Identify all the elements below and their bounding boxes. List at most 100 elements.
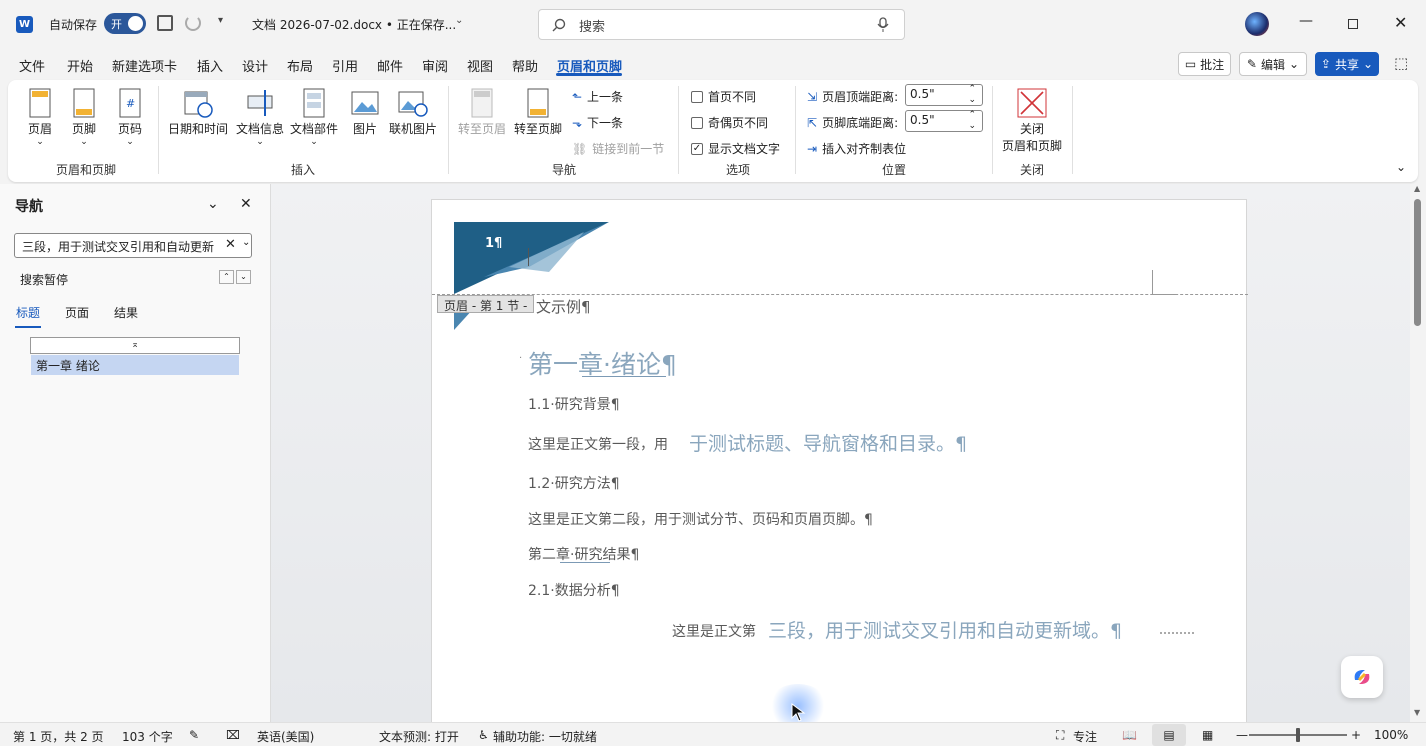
autosave-toggle[interactable]: 开 — [104, 13, 146, 34]
save-icon[interactable] — [157, 15, 173, 31]
tab-home[interactable]: 开始 — [67, 56, 93, 75]
different-odd-even-checkbox[interactable]: 奇偶页不同 — [691, 114, 768, 131]
online-picture-icon — [398, 91, 428, 117]
title-dropdown-icon[interactable]: ⌄ — [455, 15, 463, 26]
page-count[interactable]: 第 1 页，共 2 页 — [13, 728, 104, 745]
datetime-button[interactable]: 日期和时间 — [168, 88, 228, 137]
docinfo-button[interactable]: 文档信息 ⌄ — [236, 88, 284, 147]
search-dropdown-icon[interactable]: ⌄ — [242, 237, 250, 248]
link-previous-button[interactable]: ⛓ 链接到前一节 — [572, 140, 664, 157]
comments-button[interactable]: ▭ 批注 — [1178, 52, 1231, 76]
word-count[interactable]: 103 个字 — [122, 728, 173, 745]
language[interactable]: 英语(美国) — [257, 728, 314, 745]
copilot-pane-icon[interactable]: ⬚ — [1394, 54, 1408, 72]
show-document-text-checkbox[interactable]: ✓ 显示文档文字 — [691, 140, 780, 157]
calendar-clock-icon — [184, 91, 213, 118]
proofing-icon[interactable]: ✎ — [189, 728, 199, 742]
scroll-up-icon[interactable]: ▲ — [1414, 184, 1420, 193]
focus-icon: ⛶ — [1056, 728, 1065, 742]
tab-new[interactable]: 新建选项卡 — [112, 56, 177, 75]
tab-layout[interactable]: 布局 — [287, 56, 313, 75]
paragraph-3-start: 这里是正文第 — [672, 624, 756, 640]
print-layout-icon[interactable]: ▤ — [1152, 724, 1186, 746]
title-bar: W 自动保存 开 ▾ 文档 2026-07-02.docx • 正在保存... … — [0, 0, 1426, 48]
tab-references[interactable]: 引用 — [332, 56, 358, 75]
text-prediction[interactable]: 文本预测: 打开 — [379, 728, 459, 745]
tab-review[interactable]: 审阅 — [422, 56, 448, 75]
nav-search-field[interactable]: 三段，用于测试交叉引用和自动更新 ✕ ⌄ — [14, 233, 252, 258]
footer-button[interactable]: 页脚 ⌄ — [72, 88, 96, 147]
read-mode-icon[interactable]: 📖 — [1122, 728, 1137, 742]
tab-help[interactable]: 帮助 — [512, 56, 538, 75]
editing-button[interactable]: ✎ 编辑 ⌄ — [1239, 52, 1307, 76]
focus-mode[interactable]: 专注 — [1073, 728, 1097, 745]
comment-icon: ▭ — [1184, 57, 1197, 71]
zoom-in-icon[interactable]: + — [1351, 728, 1361, 742]
quickparts-button[interactable]: 文档部件 ⌄ — [290, 88, 338, 147]
nav-options-icon[interactable]: ⌄ — [207, 196, 219, 212]
group-label-close: 关闭 — [1020, 163, 1045, 177]
insert-alignment-tab-button[interactable]: ⇥ 插入对齐制表位 — [807, 140, 906, 157]
tab-headings[interactable]: 标题 — [16, 304, 40, 321]
checkbox-unchecked — [691, 90, 703, 103]
clear-search-icon[interactable]: ✕ — [225, 237, 236, 252]
tab-design[interactable]: 设计 — [242, 56, 268, 75]
minimize-icon[interactable]: — — [1299, 13, 1313, 29]
microphone-icon[interactable] — [877, 17, 889, 33]
tab-view[interactable]: 视图 — [467, 56, 493, 75]
search-box[interactable]: 搜索 — [538, 9, 905, 40]
section-2-1: 2.1·数据分析¶ — [528, 583, 620, 599]
document-page[interactable]: 1¶ 页眉 - 第 1 节 - 文示例¶ · 第一章·绪论¶ 1.1·研究背景¶… — [431, 199, 1248, 739]
accessibility-status[interactable]: 辅助功能: 一切就绪 — [493, 728, 597, 745]
heading-item[interactable]: 第一章 绪论 — [31, 355, 239, 375]
next-button[interactable]: ⬎ 下一条 — [572, 114, 623, 131]
maximize-icon[interactable] — [1348, 19, 1358, 29]
redo-icon[interactable] — [185, 15, 201, 31]
ribbon: 页眉 ⌄ 页脚 ⌄ # 页码 ⌄ 页眉和页脚 日期和时间 文档信息 ⌄ 文档部件 ⌄ 图片… — [8, 80, 1418, 182]
close-icon[interactable]: ✕ — [1394, 13, 1407, 32]
goto-footer-button[interactable]: 转至页脚 — [514, 88, 562, 137]
goto-header-button[interactable]: 转至页眉 — [458, 88, 506, 137]
picture-button[interactable]: 图片 — [350, 88, 380, 137]
scroll-to-top-button[interactable]: ⌅ — [30, 337, 240, 354]
tab-insert[interactable]: 插入 — [197, 56, 223, 75]
previous-button[interactable]: ⬑ 上一条 — [572, 88, 623, 105]
nav-close-icon[interactable]: ✕ — [240, 196, 252, 212]
comments-label: 批注 — [1200, 57, 1225, 72]
zoom-slider[interactable] — [1249, 728, 1347, 742]
zoom-out-icon[interactable]: — — [1236, 728, 1248, 742]
quick-parts-icon — [303, 88, 325, 118]
editing-label: 编辑 — [1260, 57, 1285, 72]
scroll-down-icon[interactable]: ▼ — [1414, 708, 1420, 717]
group-label-insert: 插入 — [291, 163, 316, 177]
group-label-options: 选项 — [726, 163, 751, 177]
web-layout-icon[interactable]: ▦ — [1202, 728, 1213, 742]
tab-pages[interactable]: 页面 — [65, 304, 89, 321]
search-icon — [552, 18, 566, 32]
qat-dropdown-icon[interactable]: ▾ — [218, 15, 223, 26]
zoom-slider-thumb[interactable] — [1296, 728, 1300, 742]
chapter-2-underline — [560, 562, 610, 563]
header-button[interactable]: 页眉 ⌄ — [28, 88, 52, 147]
zoom-level[interactable]: 100% — [1374, 728, 1408, 742]
online-picture-button[interactable]: 联机图片 — [389, 88, 437, 137]
next-result-button[interactable]: ⌄ — [236, 270, 251, 284]
copilot-button[interactable] — [1341, 656, 1383, 698]
page-number-button[interactable]: # 页码 ⌄ — [118, 88, 142, 147]
avatar[interactable] — [1245, 12, 1269, 36]
share-button[interactable]: ⇪ 共享 ⌄ — [1315, 52, 1379, 76]
tab-mailings[interactable]: 邮件 — [377, 56, 403, 75]
scroll-thumb[interactable] — [1414, 199, 1421, 326]
tab-file[interactable]: 文件 — [19, 56, 45, 75]
tab-results[interactable]: 结果 — [114, 304, 138, 321]
group-label-navigation: 导航 — [552, 163, 577, 177]
close-header-footer-button[interactable]: 关闭 页眉和页脚 — [1002, 88, 1062, 154]
previous-result-button[interactable]: ⌃ — [219, 270, 234, 284]
checkbox-unchecked — [691, 116, 703, 129]
different-first-page-checkbox[interactable]: 首页不同 — [691, 88, 756, 105]
footer-from-bottom-input[interactable]: 0.5" ⌃ ⌄ — [905, 110, 983, 132]
header-from-top-input[interactable]: 0.5" ⌃ ⌄ — [905, 84, 983, 106]
collapse-ribbon-icon[interactable]: ⌄ — [1396, 160, 1406, 174]
vertical-scrollbar[interactable]: ▲ ▼ — [1410, 184, 1426, 722]
accessibility-layout-icon[interactable]: ⌧ — [226, 728, 240, 742]
